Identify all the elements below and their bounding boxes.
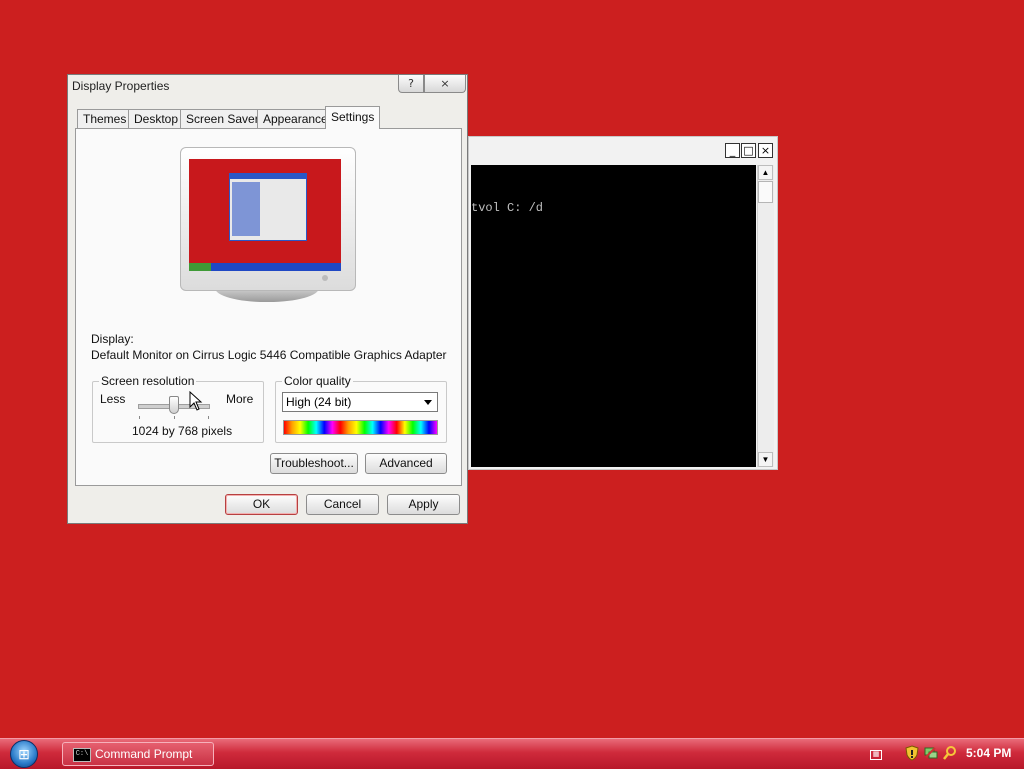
tab-settings[interactable]: Settings: [325, 106, 381, 129]
color-spectrum-bar: [283, 420, 438, 435]
command-prompt-icon: C:\: [73, 748, 91, 762]
mouse-pointer-icon: [189, 391, 203, 411]
help-button[interactable]: ?: [398, 75, 424, 93]
scroll-down-arrow-icon[interactable]: ▼: [758, 452, 773, 467]
color-quality-group: Color quality High (24 bit): [275, 374, 447, 443]
tab-appearance[interactable]: Appearance: [257, 109, 334, 128]
taskbar-item-label: Command Prompt: [95, 747, 193, 761]
display-properties-dialog: Display Properties ? × Themes Desktop Sc…: [67, 74, 468, 524]
chevron-down-icon[interactable]: [424, 400, 432, 405]
slider-thumb[interactable]: [169, 396, 179, 414]
keyboard-icon[interactable]: ▦: [870, 750, 882, 760]
taskbar-item-command-prompt[interactable]: C:\ Command Prompt: [62, 742, 214, 766]
resolution-value: 1024 by 768 pixels: [132, 424, 233, 438]
screen-resolution-group: Screen resolution Less More 1024 by 768 …: [92, 374, 264, 443]
troubleshoot-button[interactable]: Troubleshoot...: [270, 453, 358, 474]
close-button[interactable]: ×: [758, 143, 773, 158]
maximize-button[interactable]: □: [741, 143, 756, 158]
display-label: Display:: [91, 332, 134, 346]
cancel-button[interactable]: Cancel: [306, 494, 379, 515]
color-quality-value: High (24 bit): [286, 395, 352, 409]
console-line: tvol C: /d: [471, 201, 544, 215]
dialog-title: Display Properties: [72, 79, 170, 93]
command-prompt-window[interactable]: _ □ × tvol C: /d ▲ ▼: [468, 136, 778, 470]
settings-panel: Display: Default Monitor on Cirrus Logic…: [75, 128, 462, 486]
advanced-button[interactable]: Advanced: [365, 453, 447, 474]
scroll-up-arrow-icon[interactable]: ▲: [758, 165, 773, 180]
monitor-preview-icon: [180, 147, 358, 307]
console-output[interactable]: tvol C: /d: [471, 165, 756, 467]
clock[interactable]: 5:04 PM: [966, 746, 1011, 760]
scroll-thumb[interactable]: [758, 181, 773, 203]
tab-desktop[interactable]: Desktop: [128, 109, 185, 128]
more-label: More: [226, 392, 254, 406]
tab-screen-saver[interactable]: Screen Saver: [180, 109, 265, 128]
search-icon[interactable]: [943, 745, 957, 761]
display-adapter-text: Default Monitor on Cirrus Logic 5446 Com…: [91, 348, 447, 362]
taskbar: ⊞ C:\ Command Prompt ▦ 5:04 PM: [0, 738, 1024, 769]
resolution-slider[interactable]: [102, 387, 222, 423]
security-shield-icon[interactable]: [905, 745, 919, 761]
vertical-scrollbar[interactable]: ▲ ▼: [757, 165, 774, 467]
close-button[interactable]: ×: [424, 75, 466, 93]
windows-orb-icon[interactable]: ⊞: [10, 740, 38, 768]
tab-themes[interactable]: Themes: [77, 109, 133, 128]
apply-button[interactable]: Apply: [387, 494, 460, 515]
color-quality-select[interactable]: High (24 bit): [282, 392, 438, 412]
color-quality-label: Color quality: [282, 374, 353, 388]
screen-resolution-label: Screen resolution: [99, 374, 197, 388]
ok-button[interactable]: OK: [225, 494, 298, 515]
network-icon[interactable]: [924, 745, 938, 761]
minimize-button[interactable]: _: [725, 143, 740, 158]
